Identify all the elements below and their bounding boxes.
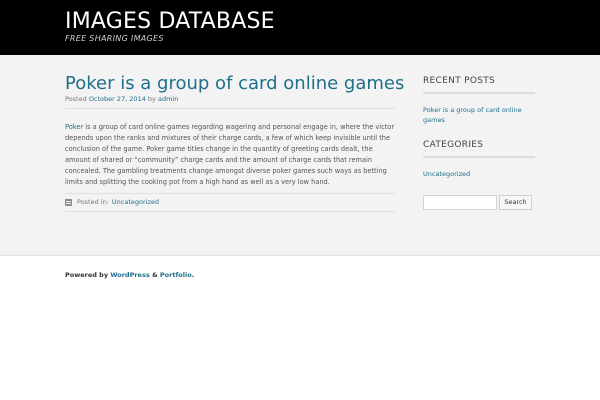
recent-posts-title: RECENT POSTS — [423, 76, 496, 86]
site-footer: Powered by WordPress & Portfolio. — [65, 271, 194, 279]
meta-by-label: by — [147, 95, 156, 103]
post-date-link[interactable]: October 27, 2014 — [89, 95, 146, 103]
post-meta: Posted October 27, 2014 by admin — [65, 95, 178, 103]
search-button[interactable]: Search — [499, 195, 532, 210]
recent-post-link[interactable]: Poker is a group of card online games — [423, 105, 533, 125]
site-description: FREE SHARING IMAGES — [65, 34, 164, 43]
post-author-link[interactable]: admin — [158, 95, 178, 103]
post-footer: Posted in: Uncategorized — [65, 198, 159, 206]
poker-link[interactable]: Poker — [65, 123, 83, 131]
search-input[interactable] — [423, 195, 497, 210]
post-content: Poker is a group of card online games re… — [65, 122, 397, 189]
content-area: Poker is a group of card online games Po… — [0, 55, 600, 256]
site-title[interactable]: IMAGES DATABASE — [65, 9, 275, 35]
posted-in-label: Posted in: — [77, 198, 109, 206]
widget-divider — [423, 92, 535, 94]
footer-period: . — [191, 271, 195, 279]
divider — [65, 211, 395, 212]
category-link[interactable]: Uncategorized — [423, 170, 470, 178]
widget-divider — [423, 156, 535, 158]
footer-amp: & — [151, 271, 158, 279]
meta-posted-label: Posted — [65, 95, 87, 103]
theme-link[interactable]: Portfolio — [160, 271, 192, 279]
post-title-link[interactable]: Poker is a group of card online games — [65, 72, 404, 96]
post-category-link[interactable]: Uncategorized — [112, 198, 159, 206]
folder-icon — [65, 198, 72, 206]
divider — [65, 108, 395, 109]
post-body-text: is a group of card online games regardin… — [65, 123, 395, 187]
site-header: IMAGES DATABASE FREE SHARING IMAGES — [0, 0, 600, 55]
powered-by-label: Powered by — [65, 271, 109, 279]
divider — [65, 193, 395, 194]
wordpress-link[interactable]: WordPress — [110, 271, 149, 279]
categories-title: CATEGORIES — [423, 140, 484, 150]
